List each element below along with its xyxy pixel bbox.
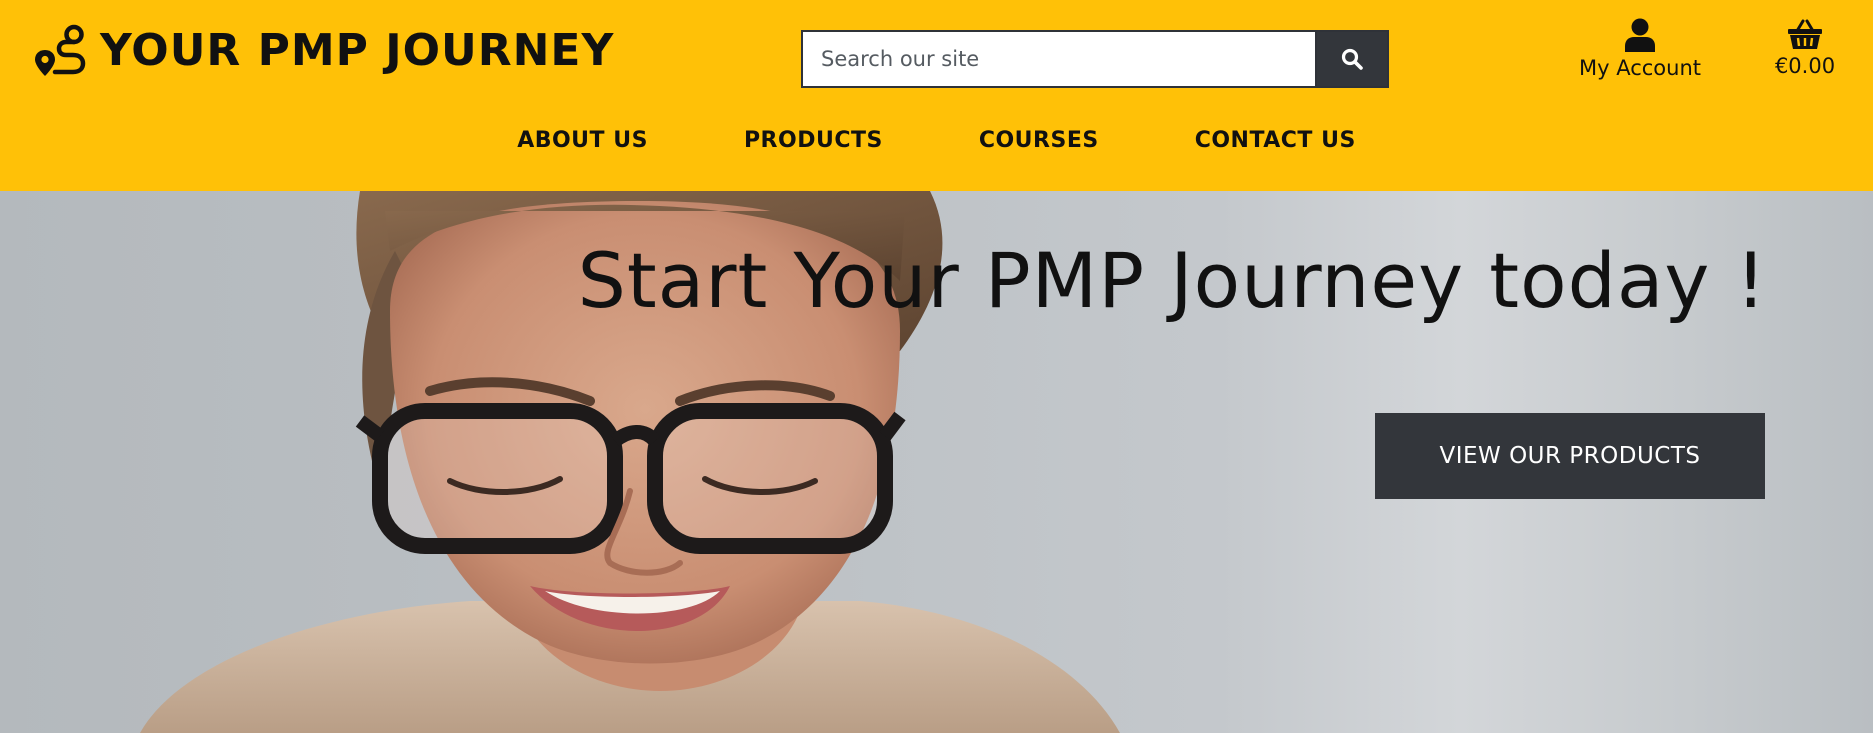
search-icon: [1341, 48, 1363, 70]
hero-banner: Start Your PMP Journey today ! VIEW OUR …: [0, 191, 1873, 733]
nav-item-about-us[interactable]: ABOUT US: [517, 128, 648, 153]
hero-title: Start Your PMP Journey today !: [577, 236, 1767, 325]
nav-item-contact-us[interactable]: CONTACT US: [1195, 128, 1356, 153]
nav-item-products[interactable]: PRODUCTS: [744, 128, 883, 153]
user-icon: [1625, 18, 1655, 52]
view-products-button[interactable]: VIEW OUR PRODUCTS: [1375, 413, 1765, 499]
search-form: [801, 30, 1389, 88]
brand-name: YOUR PMP JOURNEY: [100, 25, 615, 76]
cart-link[interactable]: €0.00: [1760, 18, 1850, 78]
my-account-link[interactable]: My Account: [1560, 18, 1720, 80]
brand-logo-link[interactable]: YOUR PMP JOURNEY: [34, 24, 614, 78]
main-nav: ABOUT US PRODUCTS COURSES CONTACT US: [0, 128, 1873, 153]
my-account-label: My Account: [1578, 56, 1701, 80]
search-input[interactable]: [803, 32, 1315, 86]
basket-icon: [1788, 19, 1822, 49]
route-icon: [35, 24, 86, 76]
cart-total: €0.00: [1774, 54, 1836, 78]
nav-item-courses[interactable]: COURSES: [979, 128, 1099, 153]
site-header: YOUR PMP JOURNEY My Account €0.00 ABO: [0, 0, 1873, 191]
search-button[interactable]: [1315, 32, 1387, 86]
